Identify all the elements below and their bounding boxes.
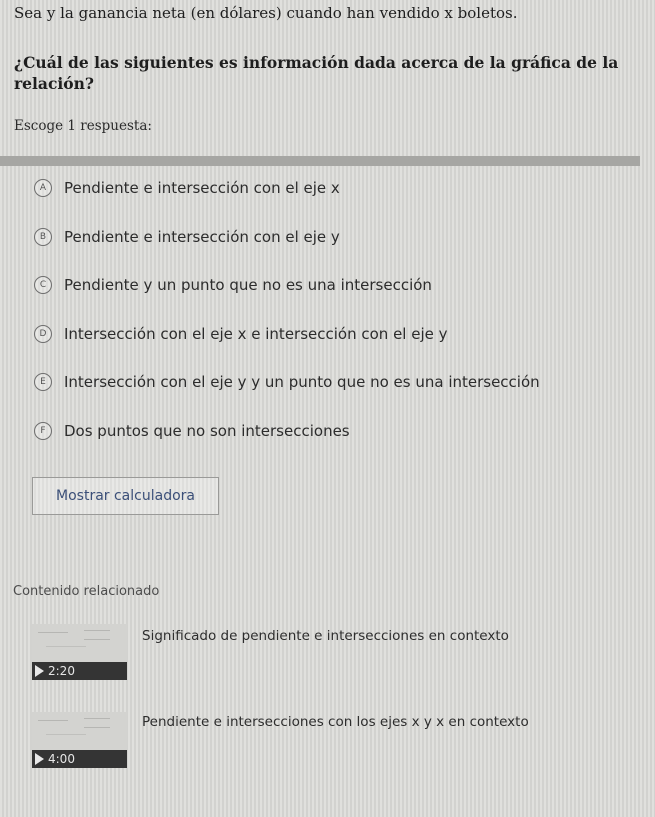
video-duration: 4:00 [48,752,75,766]
option-label-b: Pendiente e intersección con el eje y [64,227,340,246]
video-play-bar[interactable]: 4:00 [32,750,127,768]
question-text: ¿Cuál de las siguientes es información d… [14,53,619,93]
video-play-bar[interactable]: 2:20 [32,662,127,680]
option-label-a: Pendiente e intersección con el eje x [64,179,340,198]
option-letter-c: C [34,276,52,295]
option-f[interactable]: F Dos puntos que no son intersecciones [34,407,644,456]
video-thumbnail[interactable] [32,712,127,750]
answer-options: A Pendiente e intersección con el eje x … [34,164,644,455]
related-content-title: Contenido relacionado [13,584,160,599]
play-icon [35,665,44,677]
option-label-f: Dos puntos que no son intersecciones [64,421,350,440]
video-thumbnail[interactable] [32,624,127,662]
option-label-e: Intersección con el eje y y un punto que… [64,373,540,392]
option-letter-a: A [34,179,52,198]
option-d[interactable]: D Intersección con el eje x e intersecci… [34,310,644,359]
problem-intro: Sea y la ganancia neta (en dólares) cuan… [14,4,518,22]
option-letter-b: B [34,227,52,246]
option-a[interactable]: A Pendiente e intersección con el eje x [34,164,644,213]
option-letter-f: F [34,421,52,440]
option-letter-e: E [34,373,52,392]
video-title[interactable]: Pendiente e intersecciones con los ejes … [142,714,529,730]
option-e[interactable]: E Intersección con el eje y y un punto q… [34,358,644,407]
video-title[interactable]: Significado de pendiente e interseccione… [142,628,509,644]
option-label-d: Intersección con el eje x e intersección… [64,324,448,343]
show-calculator-button[interactable]: Mostrar calculadora [32,477,219,515]
video-duration: 2:20 [48,664,75,678]
play-icon [35,753,44,765]
option-label-c: Pendiente y un punto que no es una inter… [64,276,432,295]
option-c[interactable]: C Pendiente y un punto que no es una int… [34,261,644,310]
answer-instructions: Escoge 1 respuesta: [14,118,152,134]
option-b[interactable]: B Pendiente e intersección con el eje y [34,213,644,262]
option-letter-d: D [34,324,52,343]
